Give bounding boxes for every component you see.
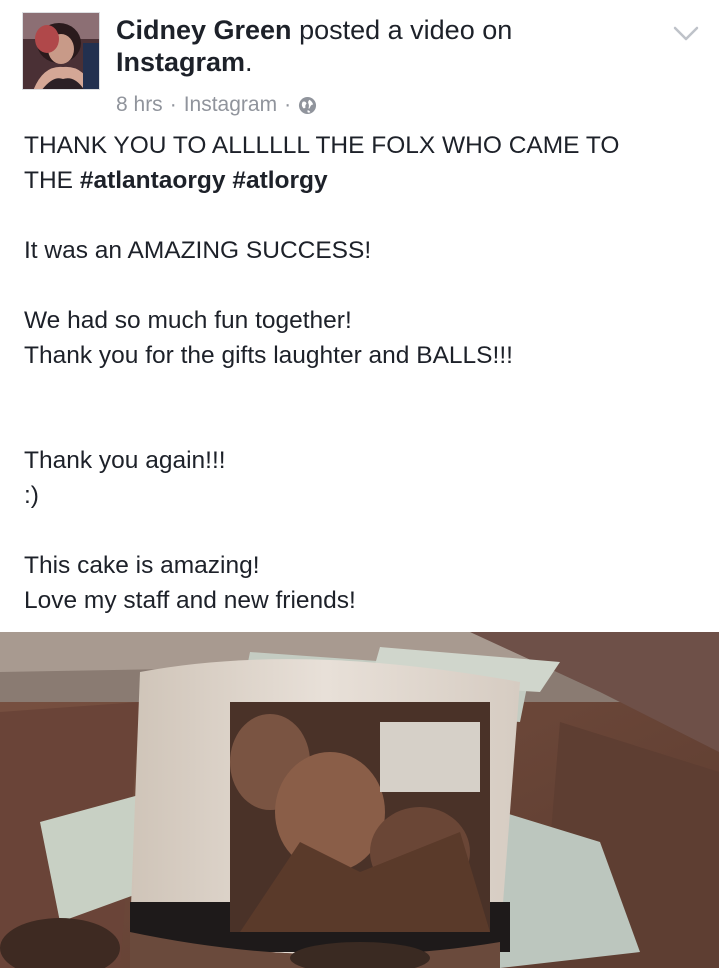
meta-separator: · xyxy=(284,93,292,116)
hashtag-link[interactable]: #atlantaorgy xyxy=(80,167,226,194)
post-message: THANK YOU TO ALLLLLL THE FOLX WHO CAME T… xyxy=(24,128,696,618)
message-line: It was an AMAZING SUCCESS! xyxy=(24,237,372,264)
author-line: Cidney Green posted a video on Instagram… xyxy=(116,14,636,78)
message-text: THE xyxy=(24,167,80,194)
message-text: Love my staff and new friends! xyxy=(24,587,356,614)
message-text: We had so much fun together! xyxy=(24,307,352,334)
message-line: Thank you again!!! :) xyxy=(24,443,696,513)
post-source[interactable]: Instagram xyxy=(184,92,277,118)
header-text: Cidney Green posted a video on Instagram… xyxy=(116,14,636,118)
video-player[interactable] xyxy=(0,632,719,968)
meta-separator: · xyxy=(169,93,177,116)
chevron-down-icon[interactable] xyxy=(672,24,700,44)
hashtag-link[interactable]: #atlorgy xyxy=(232,167,327,194)
app-link[interactable]: Instagram xyxy=(116,47,245,77)
message-text: This cake is amazing! xyxy=(24,552,260,579)
video-frame xyxy=(0,632,719,968)
message-text: Thank you for the gifts laughter and BAL… xyxy=(24,342,513,369)
avatar-image xyxy=(23,13,99,89)
action-period: . xyxy=(245,47,253,77)
message-text: :) xyxy=(24,482,39,509)
author-name[interactable]: Cidney Green xyxy=(116,15,292,45)
message-text: Thank you again!!! xyxy=(24,447,226,474)
facebook-post: Cidney Green posted a video on Instagram… xyxy=(0,0,719,968)
message-line: This cake is amazing! Love my staff and … xyxy=(24,548,696,618)
post-header: Cidney Green posted a video on Instagram… xyxy=(22,12,702,116)
message-line: THANK YOU TO ALLLLLL THE FOLX WHO CAME T… xyxy=(24,128,696,198)
action-text: posted a video on xyxy=(299,15,513,45)
globe-icon[interactable] xyxy=(298,96,317,115)
message-line: We had so much fun together! Thank you f… xyxy=(24,303,696,373)
post-meta: 8 hrs · Instagram · xyxy=(116,92,636,118)
message-text: THANK YOU TO ALLLLLL THE FOLX WHO CAME T… xyxy=(24,132,620,159)
timestamp[interactable]: 8 hrs xyxy=(116,92,163,118)
avatar[interactable] xyxy=(22,12,100,90)
